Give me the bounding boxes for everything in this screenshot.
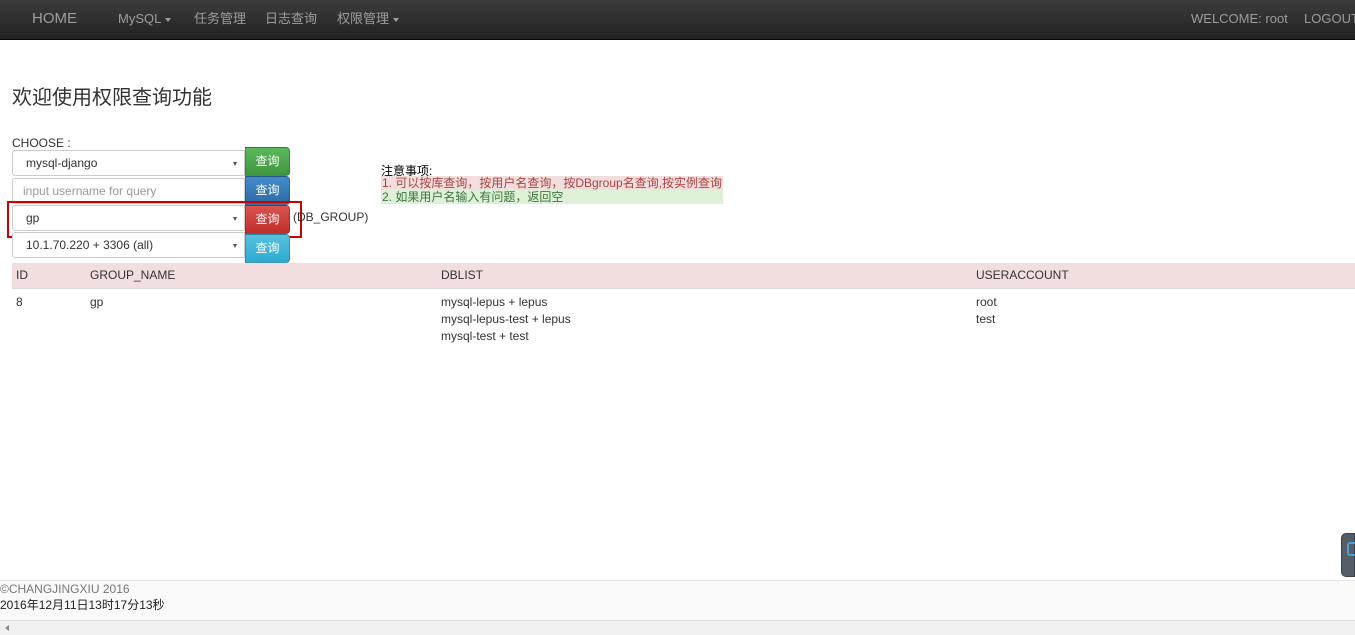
nav-permission-dropdown[interactable]: 权限管理 xyxy=(337,0,400,40)
caret-down-icon xyxy=(393,17,400,22)
nav-mysql-dropdown[interactable]: MySQL xyxy=(118,0,172,40)
note-item: 1. 可以按库查询，按用户名查询，按DBgroup名查询,按实例查询 xyxy=(381,176,723,190)
nav-permission-label: 权限管理 xyxy=(337,11,390,26)
cell-useraccount: root test xyxy=(976,294,997,328)
instance-select-value: mysql-django xyxy=(26,156,98,170)
instance-select[interactable]: mysql-django xyxy=(12,150,245,176)
instance-port-select[interactable]: 10.1.70.220 + 3306 (all) xyxy=(12,232,245,258)
page-title: 欢迎使用权限查询功能 xyxy=(12,85,212,109)
caret-down-icon xyxy=(165,17,172,22)
select-arrow-icon xyxy=(233,162,237,166)
table-row: 8 gp mysql-lepus + lepus mysql-lepus-tes… xyxy=(12,289,1355,349)
cell-group-name: gp xyxy=(90,295,104,309)
dblist-entry: mysql-lepus-test + lepus xyxy=(441,312,571,326)
current-datetime: 2016年12月11日13时17分13秒 xyxy=(0,598,165,612)
query-instance-port-button[interactable]: 查询 xyxy=(245,234,290,263)
table-header-row: ID GROUP_NAME DBLIST USERACCOUNT xyxy=(12,263,1355,289)
column-header-dblist: DBLIST xyxy=(441,268,484,282)
column-header-group-name: GROUP_NAME xyxy=(90,268,176,282)
column-header-id: ID xyxy=(16,268,28,282)
cell-id: 8 xyxy=(16,295,23,309)
choose-label: CHOOSE : xyxy=(12,136,71,150)
welcome-user-text: WELCOME: root xyxy=(1191,11,1288,26)
select-arrow-icon xyxy=(233,244,237,248)
nav-task-management[interactable]: 任务管理 xyxy=(194,0,246,40)
dblist-entry: mysql-test + test xyxy=(441,329,529,343)
dblist-entry: mysql-lepus + lepus xyxy=(441,295,548,309)
nav-mysql-label: MySQL xyxy=(118,11,162,26)
nav-log-query[interactable]: 日志查询 xyxy=(265,0,317,40)
useraccount-entry: test xyxy=(976,312,996,326)
instance-port-select-value: 10.1.70.220 + 3306 (all) xyxy=(26,238,154,252)
column-header-useraccount: USERACCOUNT xyxy=(976,268,1069,282)
note-item: 2. 如果用户名输入有问题，返回空 xyxy=(381,190,723,204)
dbgroup-suffix-label: (DB_GROUP) xyxy=(293,210,369,224)
navbar: HOME MySQL 任务管理 日志查询 权限管理 WELCOME: root … xyxy=(0,0,1355,40)
useraccount-entry: root xyxy=(976,295,997,309)
floating-side-widget[interactable] xyxy=(1341,533,1355,577)
widget-icon xyxy=(1347,542,1355,556)
nav-home-link[interactable]: HOME xyxy=(32,0,77,40)
cell-dblist: mysql-lepus + lepus mysql-lepus-test + l… xyxy=(441,294,571,345)
footer: ©CHANGJINGXIU 2016 2016年12月11日13时17分13秒 xyxy=(0,580,1355,620)
query-instance-button[interactable]: 查询 xyxy=(245,147,290,176)
scroll-left-icon[interactable] xyxy=(5,625,9,631)
logout-link[interactable]: LOGOUT xyxy=(1304,0,1355,40)
results-table: ID GROUP_NAME DBLIST USERACCOUNT 8 gp my… xyxy=(12,263,1355,349)
horizontal-scrollbar[interactable] xyxy=(0,620,1355,635)
copyright-text: ©CHANGJINGXIU 2016 xyxy=(0,582,130,596)
